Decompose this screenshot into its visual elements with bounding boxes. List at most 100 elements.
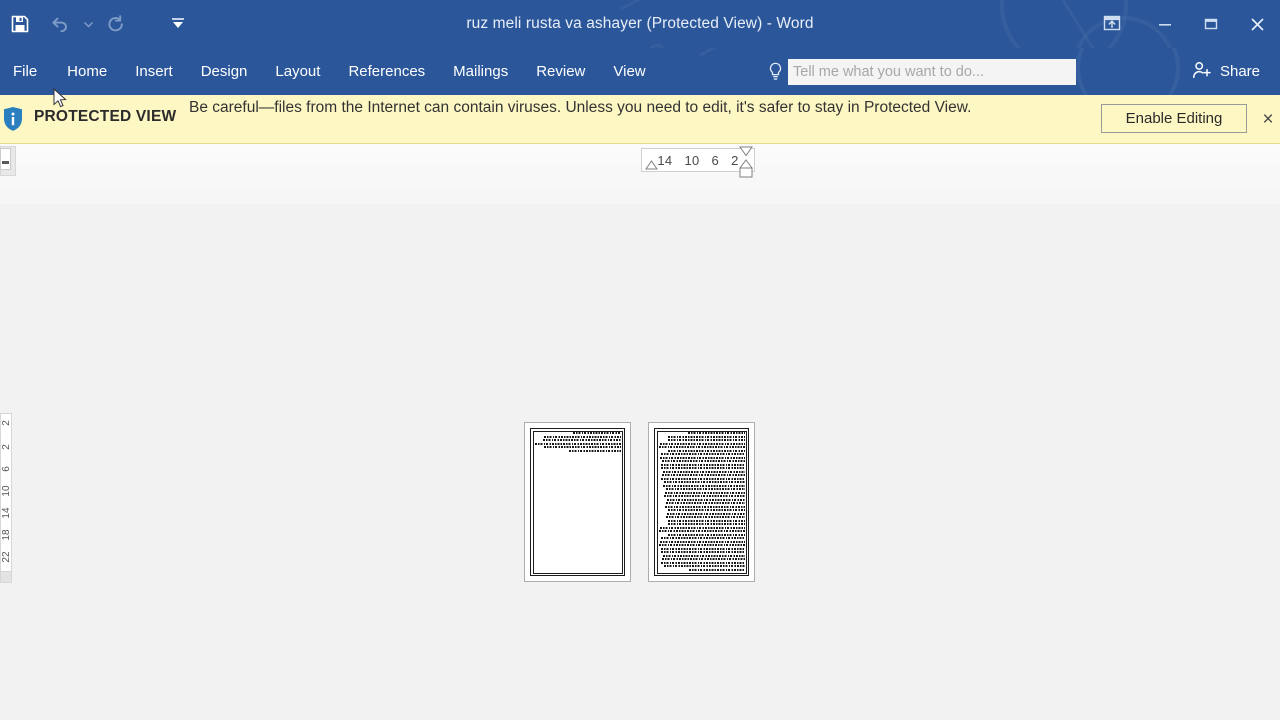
ruler-tick: 6 — [1, 466, 12, 472]
protected-view-message: Be careful—files from the Internet can c… — [189, 99, 972, 116]
text-line — [664, 495, 745, 497]
tab-home[interactable]: Home — [53, 48, 121, 95]
customize-qat-icon[interactable] — [158, 7, 198, 41]
ribbon-display-options-icon[interactable] — [1082, 2, 1142, 46]
text-line — [662, 474, 745, 476]
text-line — [662, 558, 745, 560]
text-line — [662, 460, 745, 462]
text-line — [573, 432, 621, 434]
window-controls — [1082, 0, 1280, 48]
text-line — [658, 530, 745, 532]
tab-layout[interactable]: Layout — [261, 48, 334, 95]
text-line — [667, 439, 745, 441]
text-line — [668, 449, 745, 452]
text-line — [668, 533, 745, 536]
ruler-tick: 2 — [1, 444, 12, 450]
text-line — [668, 435, 745, 438]
text-line — [542, 439, 621, 441]
minimize-icon[interactable] — [1142, 2, 1188, 46]
close-protected-view-icon[interactable]: × — [1258, 108, 1278, 130]
text-line — [663, 484, 745, 487]
text-line — [660, 467, 745, 469]
ruler-tick: 2 — [731, 152, 739, 168]
left-indent-marker[interactable] — [739, 167, 753, 178]
text-line — [665, 516, 745, 518]
text-line — [543, 435, 621, 438]
left-tab-stop-icon — [2, 161, 9, 164]
ruler-tick: 18 — [1, 529, 12, 541]
ruler-tick: 10 — [684, 152, 700, 168]
text-line — [659, 442, 745, 445]
share-button[interactable]: Share — [1182, 48, 1270, 95]
share-label: Share — [1219, 63, 1260, 80]
decorative-graphic — [619, 0, 1080, 11]
text-line — [660, 551, 745, 553]
text-line — [664, 565, 745, 567]
undo-icon[interactable] — [40, 7, 80, 41]
text-line — [659, 540, 745, 543]
person-add-icon — [1192, 61, 1212, 83]
text-line — [663, 554, 745, 557]
vertical-ruler[interactable]: 2 2 6 10 14 18 22 — [0, 413, 12, 583]
ruler-tick: 10 — [1, 485, 12, 497]
text-line — [658, 446, 745, 448]
tab-file[interactable]: File — [0, 48, 53, 95]
text-line — [534, 442, 621, 445]
tab-review[interactable]: Review — [522, 48, 599, 95]
redo-icon[interactable] — [96, 7, 136, 41]
document-page[interactable] — [524, 422, 631, 582]
text-line — [665, 502, 745, 504]
hanging-indent-marker[interactable] — [739, 146, 753, 157]
text-line — [659, 526, 745, 529]
horizontal-ruler[interactable]: 14 10 6 2 — [641, 148, 755, 172]
tell-me-input[interactable] — [788, 58, 1076, 85]
page-text-block — [534, 432, 621, 452]
text-line — [661, 561, 745, 564]
tab-mailings[interactable]: Mailings — [439, 48, 522, 95]
tab-insert[interactable]: Insert — [121, 48, 187, 95]
ruler-tick: 6 — [711, 152, 720, 168]
text-line — [661, 547, 745, 550]
tab-view[interactable]: View — [599, 48, 659, 95]
decorative-graphic — [1076, 48, 1180, 95]
enable-editing-button[interactable]: Enable Editing — [1101, 104, 1247, 133]
text-line — [668, 519, 745, 522]
text-line — [665, 488, 745, 490]
ruler-tick: 22 — [1, 551, 12, 563]
ruler-tick: 14 — [657, 152, 673, 168]
first-line-indent-marker[interactable] — [645, 160, 658, 170]
title-bar: ruz meli rusta va ashayer (Protected Vie… — [0, 0, 1280, 48]
text-line — [667, 509, 745, 511]
save-icon[interactable] — [0, 7, 40, 41]
tab-design[interactable]: Design — [187, 48, 262, 95]
text-line — [659, 456, 745, 459]
text-line — [660, 453, 745, 455]
text-line — [664, 505, 745, 508]
chevron-down-icon[interactable] — [80, 7, 96, 41]
tell-me-search — [762, 48, 1076, 95]
document-page[interactable] — [648, 422, 755, 582]
quick-access-toolbar — [0, 0, 198, 48]
restore-icon[interactable] — [1188, 2, 1234, 46]
ribbon-tab-strip: File Home Insert Design Layout Reference… — [0, 48, 1280, 95]
text-line — [658, 544, 745, 546]
document-pages — [524, 422, 755, 582]
text-line — [544, 446, 621, 448]
close-icon[interactable] — [1234, 2, 1280, 46]
text-line — [664, 491, 745, 494]
protected-view-label: PROTECTED VIEW — [34, 108, 177, 125]
text-line — [687, 432, 745, 434]
canvas-top-shading — [0, 144, 1280, 204]
word-window: ruz meli rusta va ashayer (Protected Vie… — [0, 0, 1280, 720]
text-line — [664, 481, 745, 483]
text-line — [660, 537, 745, 539]
tab-references[interactable]: References — [334, 48, 439, 95]
info-shield-icon — [0, 104, 26, 134]
ribbon-tabs: File Home Insert Design Layout Reference… — [0, 48, 660, 95]
text-line — [663, 470, 745, 473]
ruler-tick: 14 — [1, 507, 12, 519]
text-line — [689, 568, 745, 571]
text-line — [667, 523, 745, 525]
text-line — [661, 463, 745, 466]
text-line — [568, 449, 621, 452]
